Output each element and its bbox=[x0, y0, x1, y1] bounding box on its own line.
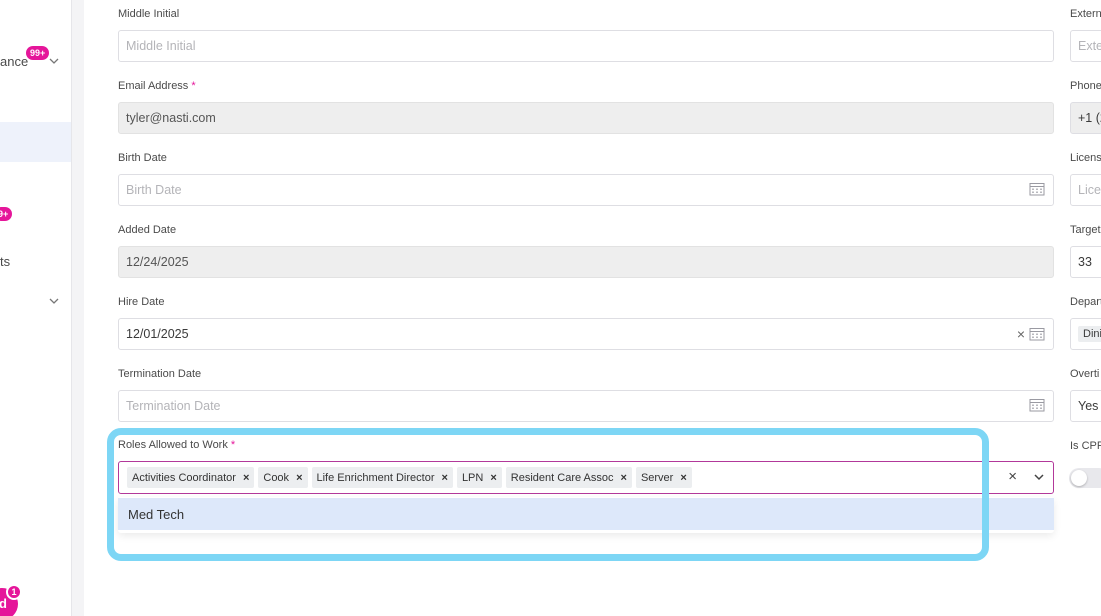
right-label-overtime: Overti bbox=[1070, 368, 1100, 380]
clear-icon[interactable]: × bbox=[1017, 326, 1025, 342]
label-text: Birth Date bbox=[118, 152, 167, 164]
sidebar-item-label: ts bbox=[0, 254, 11, 269]
label-text: Email Address bbox=[118, 80, 189, 92]
right-label-external: Extern bbox=[1070, 8, 1101, 20]
sidebar-item-label: ance bbox=[0, 54, 29, 69]
sidebar: ance 99+ 9+ ts d 1 bbox=[0, 0, 71, 616]
calendar-icon[interactable] bbox=[1029, 182, 1045, 196]
right-label-phone: Phone bbox=[1070, 80, 1101, 92]
avatar-badge: 1 bbox=[6, 584, 22, 600]
placeholder: Birth Date bbox=[126, 183, 182, 197]
department-chip: Dini bbox=[1078, 326, 1101, 342]
email-label: Email Address * bbox=[118, 80, 196, 92]
phone-field: +1 (2 bbox=[1070, 102, 1101, 134]
sidebar-item-active[interactable] bbox=[0, 122, 71, 162]
email-field: tyler@nasti.com bbox=[118, 102, 1054, 134]
label-text: Added Date bbox=[118, 224, 177, 236]
label-text: Hire Date bbox=[118, 296, 165, 308]
placeholder: Exte bbox=[1078, 39, 1101, 53]
calendar-icon[interactable] bbox=[1029, 398, 1045, 412]
middle-initial-field[interactable]: Middle Initial bbox=[118, 30, 1054, 62]
required-marker: * bbox=[191, 80, 196, 92]
sidebar-item-compliance[interactable]: ance bbox=[0, 54, 28, 69]
calendar-icon[interactable] bbox=[1029, 327, 1045, 341]
toggle-knob bbox=[1071, 470, 1087, 486]
field-value: +1 (2 bbox=[1078, 111, 1101, 125]
added-date-field: 12/24/2025 bbox=[118, 246, 1054, 278]
sidebar-item-reports[interactable]: ts bbox=[0, 254, 10, 269]
middle-initial-label: Middle Initial bbox=[118, 8, 179, 20]
termination-date-label: Termination Date bbox=[118, 368, 201, 380]
license-field[interactable]: Lice bbox=[1070, 174, 1101, 206]
right-label-cpr: Is CPR bbox=[1070, 440, 1101, 452]
notification-badge: 99+ bbox=[26, 46, 50, 60]
placeholder: Middle Initial bbox=[126, 39, 196, 53]
added-date-label: Added Date bbox=[118, 224, 176, 236]
chevron-down-icon[interactable] bbox=[1033, 471, 1045, 483]
field-value: 12/01/2025 bbox=[126, 327, 189, 341]
field-value: 33 bbox=[1078, 255, 1092, 269]
birth-date-label: Birth Date bbox=[118, 152, 167, 164]
cpr-toggle[interactable] bbox=[1069, 468, 1101, 488]
external-field[interactable]: Exte bbox=[1070, 30, 1101, 62]
department-field[interactable]: Dini bbox=[1070, 318, 1101, 350]
highlight-box bbox=[107, 428, 989, 561]
hire-date-field[interactable]: 12/01/2025 × bbox=[118, 318, 1054, 350]
overtime-select[interactable]: Yes bbox=[1070, 390, 1101, 422]
placeholder: Termination Date bbox=[126, 399, 221, 413]
label-text: Middle Initial bbox=[118, 8, 180, 20]
placeholder: Lice bbox=[1078, 183, 1101, 197]
chevron-down-icon[interactable] bbox=[48, 55, 60, 67]
hire-date-label: Hire Date bbox=[118, 296, 164, 308]
right-label-license: Licens bbox=[1070, 152, 1101, 164]
chevron-down-icon[interactable] bbox=[48, 295, 60, 307]
target-field[interactable]: 33 bbox=[1070, 246, 1101, 278]
field-value: Yes bbox=[1078, 399, 1099, 413]
right-label-department: Depart bbox=[1070, 296, 1101, 308]
right-label-target: Target bbox=[1070, 224, 1101, 236]
birth-date-field[interactable]: Birth Date bbox=[118, 174, 1054, 206]
label-text: Termination Date bbox=[118, 368, 202, 380]
field-value: 12/24/2025 bbox=[126, 255, 189, 269]
termination-date-field[interactable]: Termination Date bbox=[118, 390, 1054, 422]
field-value: tyler@nasti.com bbox=[126, 111, 216, 125]
sidebar-divider bbox=[71, 0, 84, 616]
notification-badge: 9+ bbox=[0, 207, 13, 221]
clear-all-icon[interactable]: × bbox=[1008, 469, 1017, 485]
